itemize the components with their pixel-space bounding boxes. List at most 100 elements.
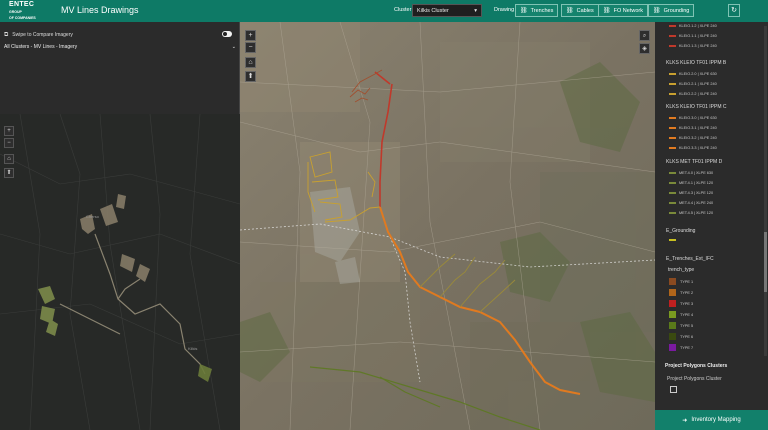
project-polygons-swatch — [670, 386, 677, 393]
trench-swatch — [669, 300, 676, 307]
cluster-label: Cluster — [394, 7, 412, 13]
link-icon: ⛓ — [603, 8, 611, 14]
swipe-row: ⧉ Swipe to Compare Imagery — [4, 30, 236, 40]
project-polygons-label: Project Polygons Cluster — [667, 376, 722, 382]
mini-home-icon[interactable]: ⌂ — [4, 154, 14, 164]
legend-item: KLEIO.2.1 | XLPE 240 — [669, 81, 717, 87]
trench-type-label: TYPE 4 — [680, 313, 694, 317]
legend-item: KLEIO.3.0 | XLPE 630 — [669, 115, 717, 121]
grounding-swatch — [669, 237, 679, 243]
layer-dropdown[interactable]: All Clusters - MV Lines - Imagery ⌄ — [4, 44, 236, 54]
trench-swatch — [669, 344, 676, 351]
mini-label-kilkis: Kilkis — [188, 346, 197, 351]
home-icon[interactable]: ⌂ — [245, 57, 256, 68]
legend-group-title: KLKS KLEIO TF01 IPPM B — [666, 60, 727, 66]
legend-swatch — [669, 35, 676, 37]
legend-item: MET.4.3 | XLPE 120 — [669, 190, 713, 196]
chevron-down-icon: ▾ — [474, 8, 477, 14]
trench-type-label: TYPE 6 — [680, 335, 694, 339]
fo-network-button[interactable]: ⛓ FO Network — [598, 4, 648, 17]
trench-swatch — [669, 333, 676, 340]
legend-item: KLEIO.2.0 | XLPE 630 — [669, 71, 717, 77]
trench-type-label: TYPE 2 — [680, 291, 694, 295]
drawing-label: Drawing — [494, 7, 515, 13]
legend-swatch — [669, 172, 676, 174]
legend-group-title: KLKS MET TF01 IPPM D — [666, 159, 723, 165]
app-title: MV Lines Drawings — [61, 5, 139, 15]
right-panel: KLEIO.1.2 | XLPE 240 KLEIO.1.1 | XLPE 24… — [655, 22, 768, 430]
trench-type-label: TYPE 3 — [680, 302, 694, 306]
arrow-right-icon: ➜ — [682, 417, 688, 424]
link-icon: ⛓ — [520, 8, 528, 14]
legend-item: KLEIO.3.2 | XLPE 240 — [669, 135, 717, 141]
layers-icon[interactable]: ◈ — [639, 43, 650, 54]
legend-item: KLEIO.1.1 | XLPE 240 — [669, 33, 717, 39]
legend-swatch — [669, 93, 676, 95]
legend-group-title: KLKS KLEIO TF01 IPPM C — [666, 104, 727, 110]
grounding-title: E_Grounding — [666, 228, 696, 234]
trench-swatch — [669, 322, 676, 329]
legend-item: KLEIO.3.1 | XLPE 240 — [669, 125, 717, 131]
legend-item: MET.4.5 | XLPE 120 — [669, 210, 713, 216]
legend-swatch — [669, 137, 676, 139]
zoom-out-button[interactable]: − — [245, 42, 256, 53]
trenches-button-label: Trenches — [530, 7, 554, 14]
trench-swatch — [669, 289, 676, 296]
trench-swatch — [669, 278, 676, 285]
legend-item: MET.4.1 | XLPE 120 — [669, 180, 713, 186]
mini-zoom-out-button[interactable]: − — [4, 138, 14, 148]
compass-icon[interactable]: ⬆ — [245, 71, 256, 82]
legend-swatch — [669, 147, 676, 149]
fo-network-button-label: FO Network — [613, 7, 643, 14]
overview-map[interactable]: Cherso Kilkis + − ⌂ ⬆ — [0, 114, 240, 430]
search-icon[interactable]: ⌕ — [639, 30, 650, 41]
link-icon: ⛓ — [653, 8, 661, 14]
main-map[interactable]: + − ⌂ ⬆ ⌕ ◈ — [240, 22, 655, 430]
legend-swatch — [669, 192, 676, 194]
cluster-select-value: Kilkis Cluster — [417, 8, 449, 14]
trench-type-label: trench_type — [668, 267, 695, 273]
mini-label-cherso: Cherso — [86, 214, 100, 219]
grounding-button[interactable]: ⛓ Grounding — [648, 4, 695, 17]
legend-panel: KLEIO.1.2 | XLPE 240 KLEIO.1.1 | XLPE 24… — [655, 22, 768, 357]
legend-item: KLEIO.1.3 | XLPE 240 — [669, 43, 717, 49]
grounding-button-label: Grounding — [663, 7, 690, 14]
overview-map-graphic: Cherso Kilkis — [0, 114, 240, 430]
trench-type-label: TYPE 5 — [680, 324, 694, 328]
legend-swatch — [669, 239, 676, 241]
project-polygons-heading: Project Polygons Clusters — [665, 363, 728, 369]
legend-swatch — [669, 182, 676, 184]
mini-compass-icon[interactable]: ⬆ — [4, 168, 14, 178]
legend-scrollbar-thumb[interactable] — [764, 232, 767, 292]
inventory-mapping-label: Inventory Mapping — [691, 417, 741, 423]
legend-item: KLEIO.1.2 | XLPE 240 — [669, 23, 717, 29]
legend-item: KLEIO.3.3 | XLPE 240 — [669, 145, 717, 151]
swipe-toggle[interactable] — [222, 31, 232, 37]
refresh-icon[interactable]: ↻ — [728, 4, 740, 17]
inventory-mapping-button[interactable]: ➜ Inventory Mapping — [655, 410, 768, 430]
logo-sub2: OF COMPANIES — [9, 16, 36, 20]
zoom-in-button[interactable]: + — [245, 30, 256, 41]
legend-item: MET.4.4 | XLPE 240 — [669, 200, 713, 206]
legend-swatch — [669, 25, 676, 27]
swipe-icon: ⧉ — [4, 31, 9, 38]
trenches-title: E_Trenches_Ext_IFC — [666, 256, 714, 262]
legend-swatch — [669, 127, 676, 129]
legend-swatch — [669, 117, 676, 119]
cables-button-label: Cables — [576, 7, 594, 14]
legend-swatch — [669, 202, 676, 204]
cluster-select[interactable]: Kilkis Cluster ▾ — [412, 4, 482, 17]
trenches-button[interactable]: ⛓ Trenches — [515, 4, 559, 17]
legend-scrollbar[interactable] — [764, 26, 767, 356]
main-map-graphic — [240, 22, 655, 430]
legend-item: MET.4.0 | XLPE 630 — [669, 170, 713, 176]
layer-label: All Clusters - MV Lines - Imagery — [4, 44, 78, 50]
mini-zoom-in-button[interactable]: + — [4, 126, 14, 136]
link-icon: ⛓ — [566, 8, 574, 14]
legend-swatch — [669, 73, 676, 75]
cables-button[interactable]: ⛓ Cables — [561, 4, 599, 17]
legend-swatch — [669, 83, 676, 85]
left-panel: ⧉ Swipe to Compare Imagery All Clusters … — [0, 22, 240, 430]
app-header: ENTEC GROUP OF COMPANIES MV Lines Drawin… — [0, 0, 768, 22]
swipe-label: Swipe to Compare Imagery — [12, 32, 73, 38]
